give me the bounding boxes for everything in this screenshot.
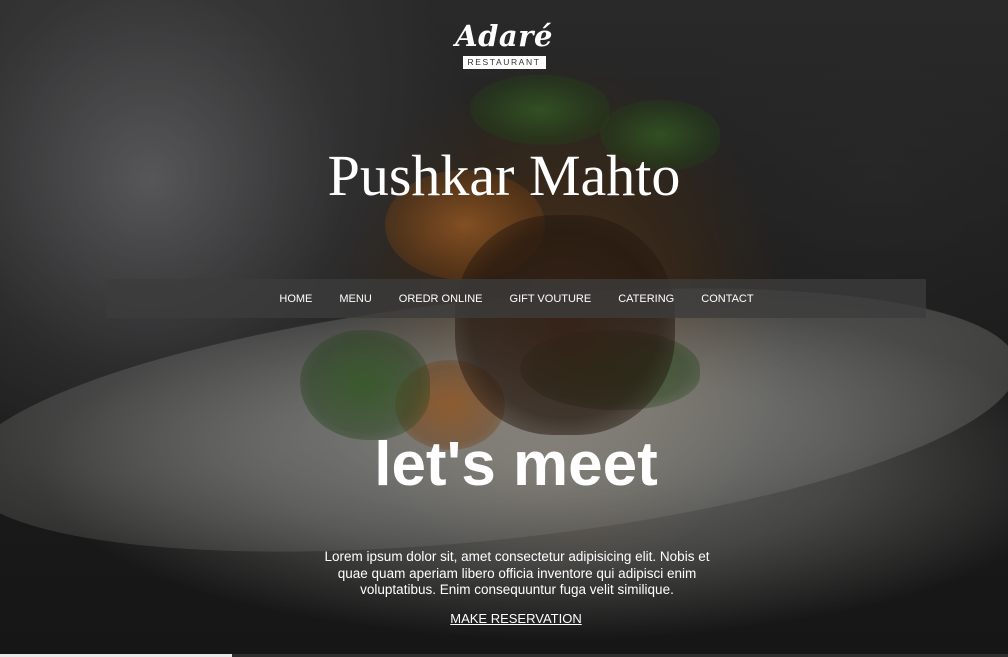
site-title: Pushkar Mahto: [327, 143, 681, 208]
brand-logo[interactable]: Adaré RESTAURANT: [0, 20, 1008, 70]
nav-item-home[interactable]: HOME: [279, 293, 312, 305]
nav-item-menu[interactable]: MENU: [339, 293, 371, 305]
hero-intro-text: Lorem ipsum dolor sit, amet consectetur …: [324, 549, 710, 597]
logo-wordmark: Adaré: [455, 19, 553, 53]
logo-subtitle: RESTAURANT: [462, 56, 546, 69]
hero-headline: let's meet: [374, 430, 658, 499]
nav-item-contact[interactable]: CONTACT: [701, 293, 753, 305]
make-reservation-link[interactable]: MAKE RESERVATION: [450, 611, 581, 626]
nav-item-gift-voucher[interactable]: GIFT VOUTURE: [510, 293, 592, 305]
main-navigation: HOME MENU OREDR ONLINE GIFT VOUTURE CATE…: [107, 279, 926, 318]
hero-section: Adaré RESTAURANT Pushkar Mahto HOME MENU…: [0, 0, 1008, 657]
nav-item-catering[interactable]: CATERING: [618, 293, 674, 305]
nav-item-order-online[interactable]: OREDR ONLINE: [399, 293, 483, 305]
cta-container: MAKE RESERVATION: [0, 610, 1008, 628]
